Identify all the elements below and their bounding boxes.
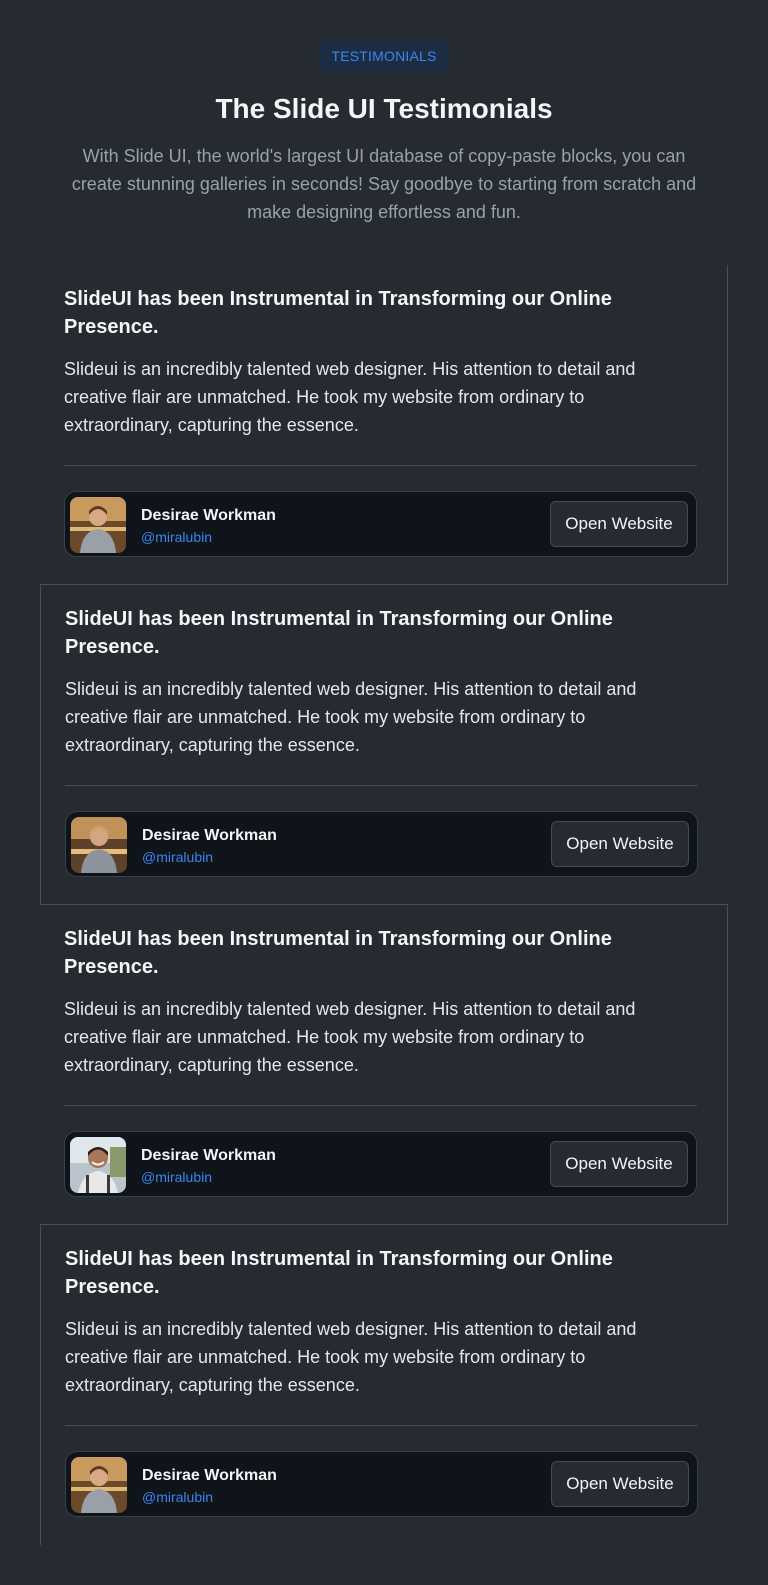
author-handle[interactable]: @miralubin [142,849,213,865]
avatar [70,1137,126,1193]
author-name: Desirae Workman [142,1467,277,1484]
testimonial-text: Slideui is an incredibly talented web de… [64,999,636,1075]
page-subtitle: With Slide UI, the world's largest UI da… [71,146,697,222]
author-handle[interactable]: @miralubin [141,529,212,545]
testimonial-text: Slideui is an incredibly talented web de… [64,359,636,435]
open-website-button[interactable]: Open Website [550,501,688,547]
author-handle[interactable]: @miralubin [141,1169,212,1185]
testimonial-text: Slideui is an incredibly talented web de… [65,1319,637,1395]
author-panel: Desirae Workman @miralubin Open Website [65,1451,698,1517]
divider [65,1425,698,1426]
avatar [70,497,126,553]
avatar [71,817,127,873]
author-panel: Desirae Workman @miralubin Open Website [65,811,698,877]
testimonials-header: TESTIMONIALS The Slide UI Testimonials W… [0,0,768,226]
avatar [71,1457,127,1513]
divider [65,785,698,786]
author-name: Desirae Workman [141,507,276,524]
author-panel: Desirae Workman @miralubin Open Website [64,1131,697,1197]
divider [64,465,697,466]
divider [64,1105,697,1106]
testimonial-list: SlideUI has been Instrumental in Transfo… [40,265,728,1545]
open-website-button[interactable]: Open Website [550,1141,688,1187]
testimonial-card: SlideUI has been Instrumental in Transfo… [40,265,728,585]
author-name: Desirae Workman [141,1147,276,1164]
testimonial-card: SlideUI has been Instrumental in Transfo… [40,1225,728,1545]
testimonial-title: SlideUI has been Instrumental in Transfo… [65,1248,613,1298]
testimonial-text: Slideui is an incredibly talented web de… [65,679,637,755]
open-website-button[interactable]: Open Website [551,1461,689,1507]
testimonial-title: SlideUI has been Instrumental in Transfo… [64,288,612,338]
testimonial-title: SlideUI has been Instrumental in Transfo… [65,608,613,658]
testimonial-card: SlideUI has been Instrumental in Transfo… [40,585,728,905]
testimonial-card: SlideUI has been Instrumental in Transfo… [40,905,728,1225]
author-name: Desirae Workman [142,827,277,844]
open-website-button[interactable]: Open Website [551,821,689,867]
section-badge: TESTIMONIALS [319,41,449,71]
author-handle[interactable]: @miralubin [142,1489,213,1505]
page-title: The Slide UI Testimonials [215,93,553,124]
author-panel: Desirae Workman @miralubin Open Website [64,491,697,557]
testimonial-title: SlideUI has been Instrumental in Transfo… [64,928,612,978]
